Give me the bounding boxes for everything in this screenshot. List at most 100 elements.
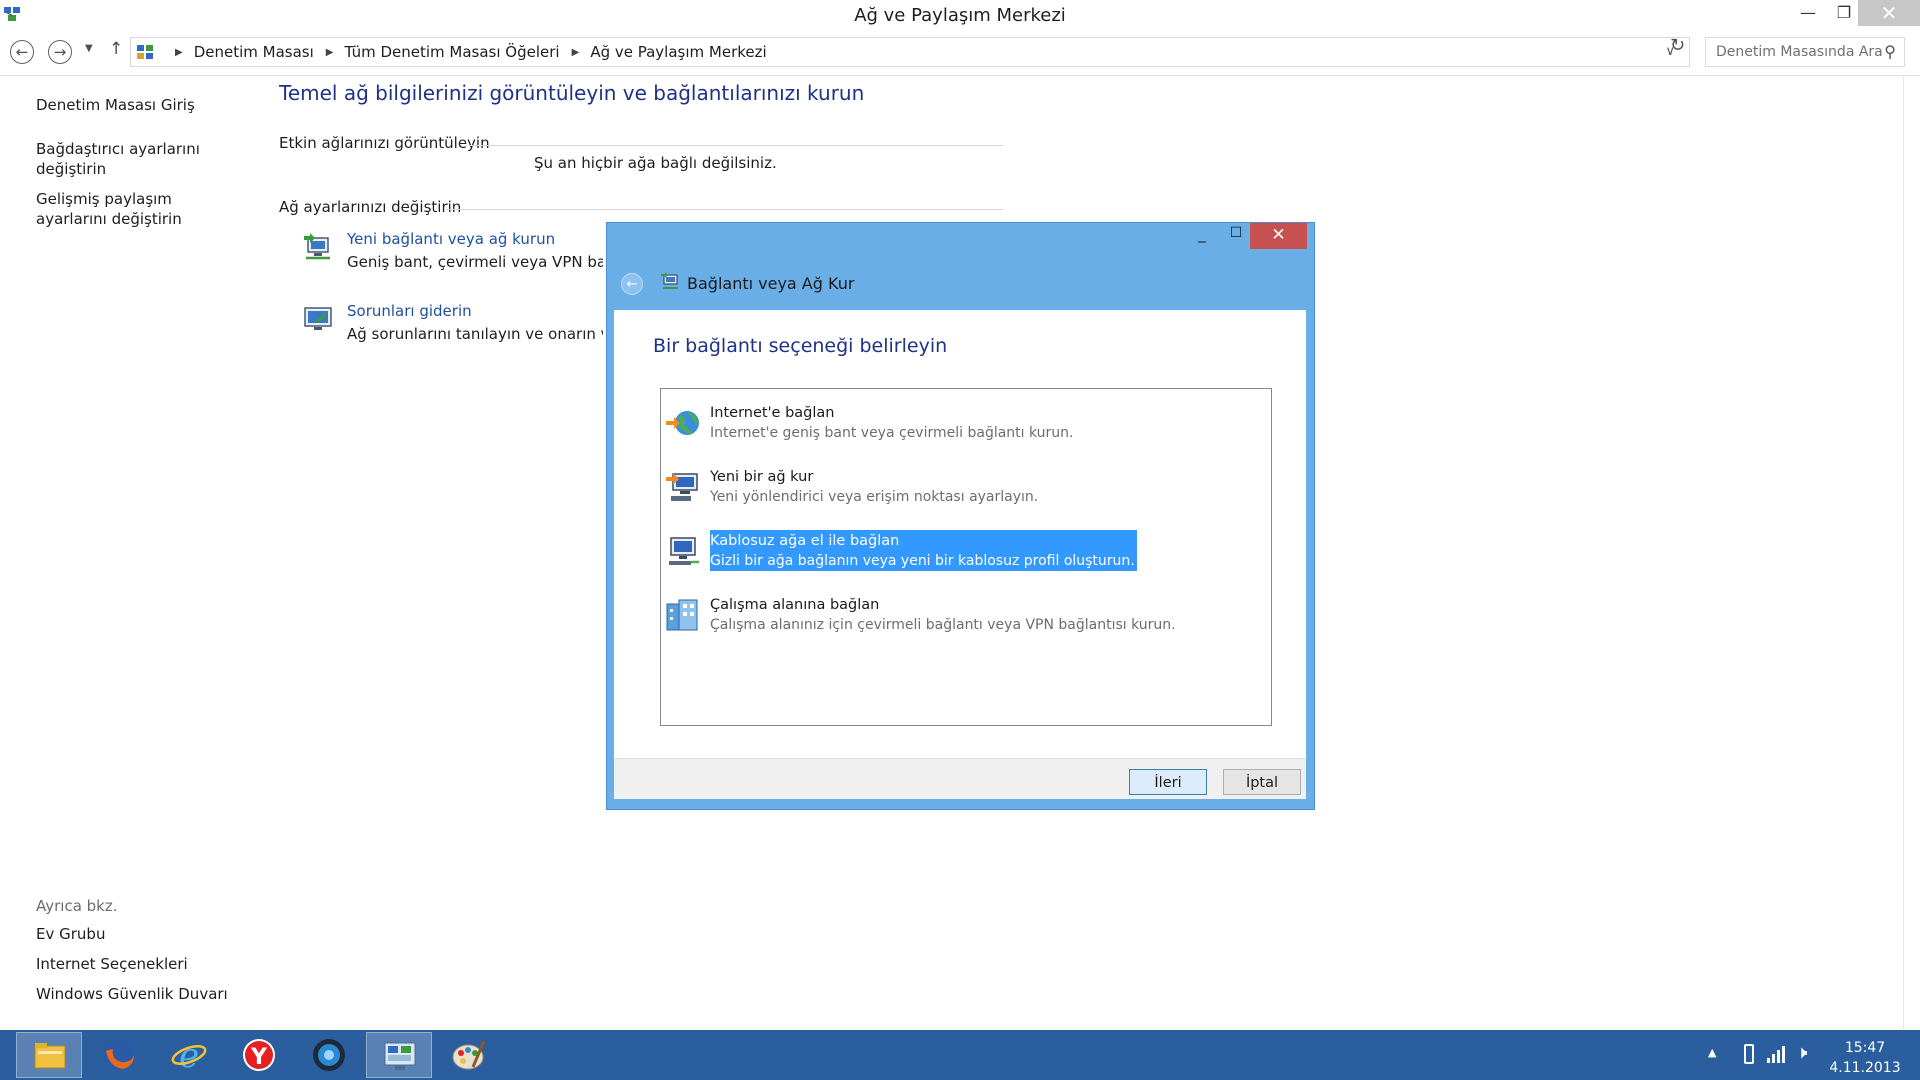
dialog-close-button[interactable]: ✕ bbox=[1250, 223, 1307, 249]
yandex-browser-icon: Y bbox=[243, 1039, 275, 1071]
divider bbox=[470, 145, 1003, 146]
firefox-icon bbox=[104, 1040, 134, 1070]
option-name: Çalışma alanına bağlan bbox=[710, 597, 880, 613]
search-placeholder: Denetim Masasında Ara bbox=[1716, 44, 1883, 60]
dialog-back-button[interactable]: ← bbox=[621, 273, 643, 295]
breadcrumb-all-items[interactable]: Tüm Denetim Masası Öğeleri bbox=[344, 43, 559, 61]
dialog-heading: Bir bağlantı seçeneği belirleyin bbox=[653, 335, 948, 357]
internet-explorer-icon: e bbox=[171, 1037, 207, 1073]
option-manual-wireless[interactable]: Kablosuz ağa el ile bağlan Gizli bir ağa… bbox=[665, 530, 1137, 572]
search-input[interactable]: Denetim Masasında Ara ⚲ bbox=[1705, 37, 1905, 67]
setup-connection-dialog: _ ☐ ✕ ← Bağlantı veya Ağ Kur Bir bağlant… bbox=[606, 222, 1315, 810]
control-panel-icon bbox=[384, 1042, 416, 1070]
show-hidden-icons[interactable]: ▲ bbox=[1708, 1046, 1716, 1059]
search-icon[interactable]: ⚲ bbox=[1884, 42, 1896, 61]
building-icon bbox=[666, 599, 698, 631]
breadcrumb-separator-icon[interactable]: ▶ bbox=[326, 47, 334, 58]
maximize-button[interactable]: ❐ bbox=[1826, 0, 1862, 26]
up-button[interactable]: ↑ bbox=[109, 39, 123, 59]
option-connect-workplace[interactable]: Çalışma alanına bağlan Çalışma alanınız … bbox=[665, 594, 1176, 636]
volume-icon[interactable]: 🕨 bbox=[1796, 1042, 1807, 1063]
option-text: Internet'e bağlan Internet'e geniş bant … bbox=[710, 402, 1074, 443]
option-name: Kablosuz ağa el ile bağlan bbox=[710, 533, 900, 549]
network-signal-icon[interactable] bbox=[1766, 1044, 1786, 1064]
taskbar-yandex-browser[interactable]: Y bbox=[226, 1032, 292, 1078]
taskbar-paint[interactable] bbox=[436, 1032, 502, 1078]
active-networks-header: Etkin ağlarınızı görüntüleyin bbox=[279, 134, 490, 152]
navigation-bar: ← → ▼ ↑ ▶ Denetim Masası ▶ Tüm Denetim Masa… bbox=[0, 31, 1920, 76]
option-name: Yeni bir ağ kur bbox=[710, 469, 814, 485]
see-also: Ayrıca bkz. Ev Grubu Internet Seçenekler… bbox=[36, 897, 276, 1014]
control-panel-icon bbox=[137, 45, 153, 59]
forward-button[interactable]: → bbox=[48, 40, 72, 64]
taskbar-firefox[interactable] bbox=[86, 1032, 152, 1078]
breadcrumb: ▶ Denetim Masası ▶ Tüm Denetim Masası Öğele… bbox=[163, 43, 767, 61]
breadcrumb-separator-icon[interactable]: ▶ bbox=[572, 47, 580, 58]
troubleshoot-description: Ağ sorunlarını tanılayın ve onarın veya … bbox=[347, 325, 603, 343]
change-settings-header: Ağ ayarlarınızı değiştirin bbox=[279, 198, 462, 216]
link-internet-options[interactable]: Internet Seçenekleri bbox=[36, 954, 276, 974]
troubleshoot-link[interactable]: Sorunları giderin bbox=[347, 302, 472, 320]
nav-advanced-sharing-settings[interactable]: Gelişmiş paylaşım ayarlarını değiştirin bbox=[36, 189, 246, 229]
address-bar[interactable]: ▶ Denetim Masası ▶ Tüm Denetim Masası Öğele… bbox=[130, 37, 1690, 67]
dialog-minimize-button[interactable]: _ bbox=[1185, 225, 1219, 247]
globe-icon bbox=[666, 411, 699, 436]
clock-date: 4.11.2013 bbox=[1829, 1060, 1901, 1076]
option-description: Gizli bir ağa bağlanın veya yeni bir kab… bbox=[710, 553, 1135, 569]
option-text: Yeni bir ağ kur Yeni yönlendirici veya e… bbox=[710, 466, 1038, 507]
back-button[interactable]: ← bbox=[10, 40, 34, 64]
breadcrumb-control-panel[interactable]: Denetim Masası bbox=[194, 43, 314, 61]
svg-text:Y: Y bbox=[250, 1045, 268, 1070]
taskbar-control-panel[interactable] bbox=[366, 1032, 432, 1078]
refresh-icon[interactable]: ↻ bbox=[1670, 35, 1685, 56]
close-button[interactable]: ✕ bbox=[1858, 0, 1920, 26]
router-icon bbox=[666, 473, 698, 501]
setup-connection-description: Geniş bant, çevirmeli veya VPN bağlant bbox=[347, 253, 603, 271]
link-homegroup[interactable]: Ev Grubu bbox=[36, 924, 276, 944]
taskbar-file-explorer[interactable] bbox=[16, 1032, 82, 1078]
option-name: Internet'e bağlan bbox=[710, 405, 835, 421]
breadcrumb-separator-icon: ▶ bbox=[175, 47, 183, 58]
network-setup-icon bbox=[661, 272, 678, 289]
option-text: Kablosuz ağa el ile bağlan Gizli bir ağa… bbox=[710, 530, 1137, 571]
taskbar-media-player[interactable] bbox=[296, 1032, 362, 1078]
paint-icon bbox=[452, 1040, 486, 1070]
taskbar: e Y ▲ 🕨 15:47 4.11.2013 bbox=[0, 1030, 1920, 1080]
dialog-maximize-button[interactable]: ☐ bbox=[1219, 225, 1253, 247]
battery-icon[interactable] bbox=[1744, 1044, 1754, 1064]
link-windows-firewall[interactable]: Windows Güvenlik Duvarı bbox=[36, 984, 276, 1004]
setup-connection-link[interactable]: Yeni bağlantı veya ağ kurun bbox=[347, 230, 555, 248]
dialog-footer: İleri İptal bbox=[614, 758, 1306, 799]
media-player-icon bbox=[313, 1039, 345, 1071]
window-title: Ağ ve Paylaşım Merkezi bbox=[854, 5, 1066, 26]
connection-options-list: Internet'e bağlan Internet'e geniş bant … bbox=[660, 388, 1272, 726]
option-description: Çalışma alanınız için çevirmeli bağlantı… bbox=[710, 617, 1176, 633]
wireless-monitor-icon bbox=[669, 537, 699, 565]
breadcrumb-network-center[interactable]: Ağ ve Paylaşım Merkezi bbox=[590, 43, 766, 61]
next-button[interactable]: İleri bbox=[1129, 769, 1207, 795]
left-nav: Denetim Masası Giriş Bağdaştırıcı ayarla… bbox=[36, 95, 246, 239]
option-new-network[interactable]: Yeni bir ağ kur Yeni yönlendirici veya e… bbox=[665, 466, 1085, 508]
dialog-title: Bağlantı veya Ağ Kur bbox=[687, 274, 855, 293]
no-connection-text: Şu an hiçbir ağa bağlı değilsiniz. bbox=[534, 154, 777, 172]
option-connect-internet[interactable]: Internet'e bağlan Internet'e geniş bant … bbox=[665, 402, 1085, 444]
clock-time: 15:47 bbox=[1844, 1040, 1886, 1056]
recent-locations-dropdown[interactable]: ▼ bbox=[85, 43, 93, 54]
troubleshoot-icon bbox=[304, 307, 332, 330]
nav-control-panel-home[interactable]: Denetim Masası Giriş bbox=[36, 95, 246, 115]
option-description: Internet'e geniş bant veya çevirmeli bağ… bbox=[710, 425, 1074, 441]
page-title: Temel ağ bilgilerinizi görüntüleyin ve b… bbox=[279, 81, 865, 105]
minimize-button[interactable]: — bbox=[1790, 0, 1826, 26]
taskbar-internet-explorer[interactable]: e bbox=[156, 1032, 222, 1078]
new-connection-icon bbox=[304, 233, 330, 260]
option-text: Çalışma alanına bağlan Çalışma alanınız … bbox=[710, 594, 1176, 635]
divider bbox=[446, 209, 1003, 210]
option-description: Yeni yönlendirici veya erişim noktası ay… bbox=[710, 489, 1039, 505]
svg-text:e: e bbox=[179, 1037, 199, 1073]
system-clock[interactable]: 15:47 4.11.2013 bbox=[1824, 1038, 1906, 1078]
nav-change-adapter-settings[interactable]: Bağdaştırıcı ayarlarını değiştirin bbox=[36, 139, 246, 179]
vertical-scrollbar[interactable] bbox=[1903, 76, 1920, 1030]
file-explorer-icon bbox=[34, 1043, 66, 1069]
cancel-button[interactable]: İptal bbox=[1223, 769, 1301, 795]
dialog-body: Bir bağlantı seçeneği belirleyin Interne… bbox=[614, 310, 1306, 799]
